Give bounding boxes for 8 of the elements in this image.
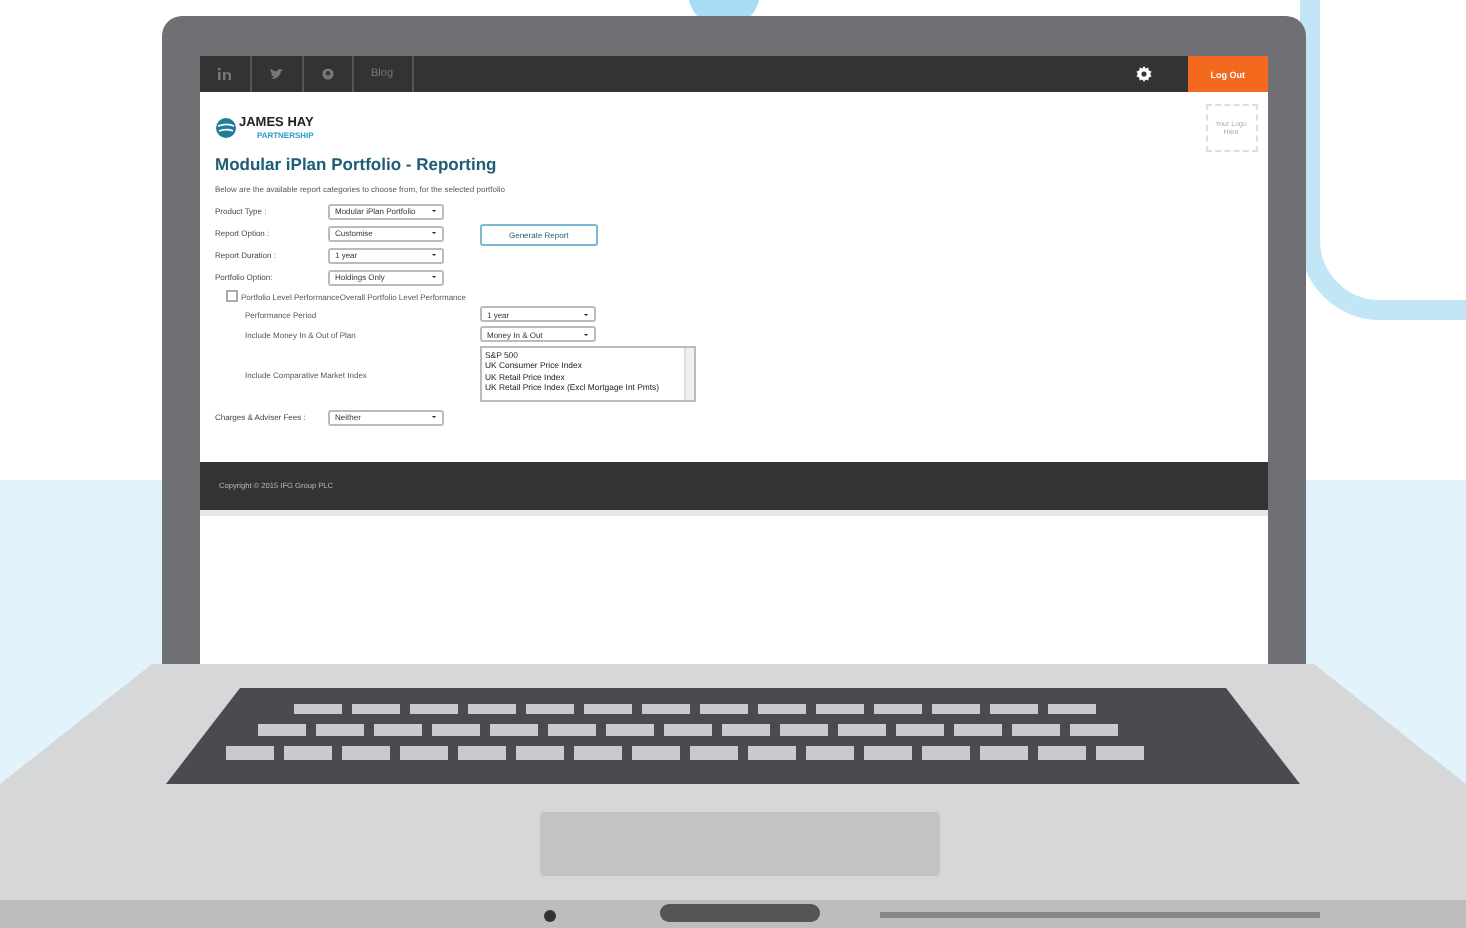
bird-icon[interactable]	[269, 68, 283, 80]
globe-logo-icon	[215, 118, 235, 138]
in-icon[interactable]	[217, 68, 231, 80]
pin-icon[interactable]	[321, 68, 333, 80]
scrollbar[interactable]	[683, 348, 693, 400]
settings-icon[interactable]	[1136, 66, 1153, 82]
checkbox[interactable]	[225, 290, 237, 302]
page-title: Modular iPlan Portfolio - Reporting	[215, 154, 499, 174]
